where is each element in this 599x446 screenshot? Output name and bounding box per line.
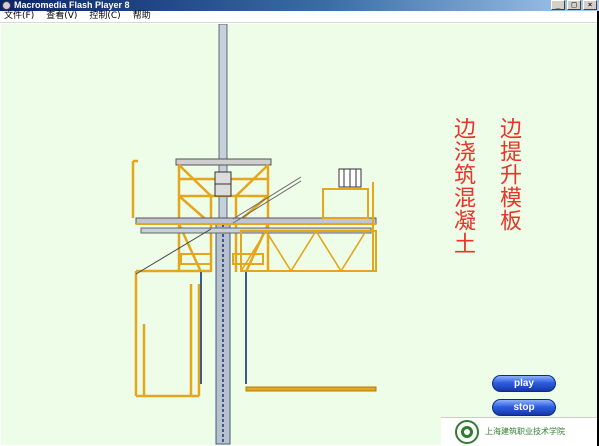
- window-controls: _ □ ×: [551, 0, 597, 10]
- flash-app-icon: [2, 1, 11, 10]
- menu-view[interactable]: 查看(V): [46, 11, 77, 22]
- menu-help[interactable]: 帮助: [133, 11, 151, 22]
- stop-button[interactable]: stop: [492, 399, 556, 416]
- minimize-button[interactable]: _: [551, 0, 565, 10]
- window-title: Macromedia Flash Player 8: [14, 0, 130, 10]
- menu-control[interactable]: 控制(C): [89, 11, 120, 22]
- caption-pour-concrete: 边浇筑混凝土: [450, 117, 475, 255]
- menu-file[interactable]: 文件(F): [4, 11, 34, 22]
- bottom-right-beam: [245, 386, 377, 392]
- control-cabinet: [322, 168, 369, 219]
- close-button[interactable]: ×: [583, 0, 597, 10]
- school-seal-icon: [455, 419, 479, 444]
- maximize-button[interactable]: □: [567, 0, 581, 10]
- caption-lift-formwork: 边提升模板: [496, 117, 521, 232]
- school-name: 上海建筑职业技术学院: [485, 427, 565, 436]
- title-bar: Macromedia Flash Player 8 _ □ ×: [0, 0, 599, 11]
- flash-stage: 边浇筑混凝土 边提升模板 play stop 上海建筑职业技术学院: [1, 24, 597, 445]
- school-logo: 上海建筑职业技术学院: [441, 417, 597, 445]
- menu-bar: 文件(F) 查看(V) 控制(C) 帮助: [0, 11, 599, 23]
- play-button[interactable]: play: [492, 375, 556, 392]
